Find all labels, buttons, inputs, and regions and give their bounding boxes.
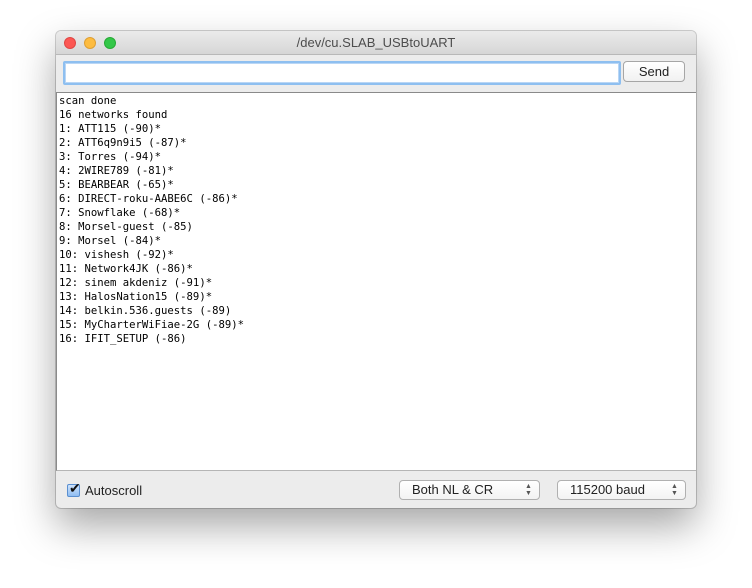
send-row: Send xyxy=(56,55,696,91)
title-bar[interactable]: /dev/cu.SLAB_USBtoUART xyxy=(56,31,696,55)
line-ending-value: Both NL & CR xyxy=(412,482,494,497)
serial-input[interactable] xyxy=(63,61,621,85)
autoscroll-label: Autoscroll xyxy=(85,483,143,498)
output-line: 8: Morsel-guest (-85) xyxy=(59,221,193,233)
serial-output[interactable]: scan done 16 networks found 1: ATT115 (-90… xyxy=(56,92,696,471)
checkmark-icon: ✔ xyxy=(69,480,81,496)
output-line: 12: sinem akdeniz (-91)* xyxy=(59,277,213,289)
output-line: 1: ATT115 (-90)* xyxy=(59,123,162,135)
output-line: 5: BEARBEAR (-65)* xyxy=(59,179,174,191)
output-line: 9: Morsel (-84)* xyxy=(59,235,162,247)
baud-rate-value: 115200 baud xyxy=(570,482,645,497)
output-line: 7: Snowflake (-68)* xyxy=(59,207,181,219)
output-line: 6: DIRECT-roku-AABE6C (-86)* xyxy=(59,193,238,205)
updown-arrows-icon: ▲ ▼ xyxy=(525,483,532,497)
output-line: 13: HalosNation15 (-89)* xyxy=(59,291,213,303)
output-line: scan done xyxy=(59,95,117,107)
output-line: 4: 2WIRE789 (-81)* xyxy=(59,165,174,177)
line-ending-select[interactable]: Both NL & CR ▲ ▼ xyxy=(399,480,540,500)
output-line: 3: Torres (-94)* xyxy=(59,151,162,163)
output-line: 16 networks found xyxy=(59,109,168,121)
output-line: 11: Network4JK (-86)* xyxy=(59,263,193,275)
send-button[interactable]: Send xyxy=(623,61,685,82)
autoscroll-toggle[interactable]: ✔ Autoscroll xyxy=(67,480,143,498)
output-line: 10: vishesh (-92)* xyxy=(59,249,174,261)
updown-arrows-icon: ▲ ▼ xyxy=(671,483,678,497)
output-line: 16: IFIT_SETUP (-86) xyxy=(59,333,187,345)
window-title: /dev/cu.SLAB_USBtoUART xyxy=(296,35,456,50)
output-line: 15: MyCharterWiFiae-2G (-89)* xyxy=(59,319,244,331)
bottom-bar: ✔ Autoscroll Both NL & CR ▲ ▼ 115200 baud… xyxy=(56,471,696,508)
autoscroll-checkbox[interactable]: ✔ xyxy=(67,480,81,497)
output-line: 2: ATT6q9n9i5 (-87)* xyxy=(59,137,187,149)
serial-monitor-window: /dev/cu.SLAB_USBtoUART Send scan done 16 … xyxy=(56,31,696,508)
baud-rate-select[interactable]: 115200 baud ▲ ▼ xyxy=(557,480,686,500)
output-line: 14: belkin.536.guests (-89) xyxy=(59,305,232,317)
